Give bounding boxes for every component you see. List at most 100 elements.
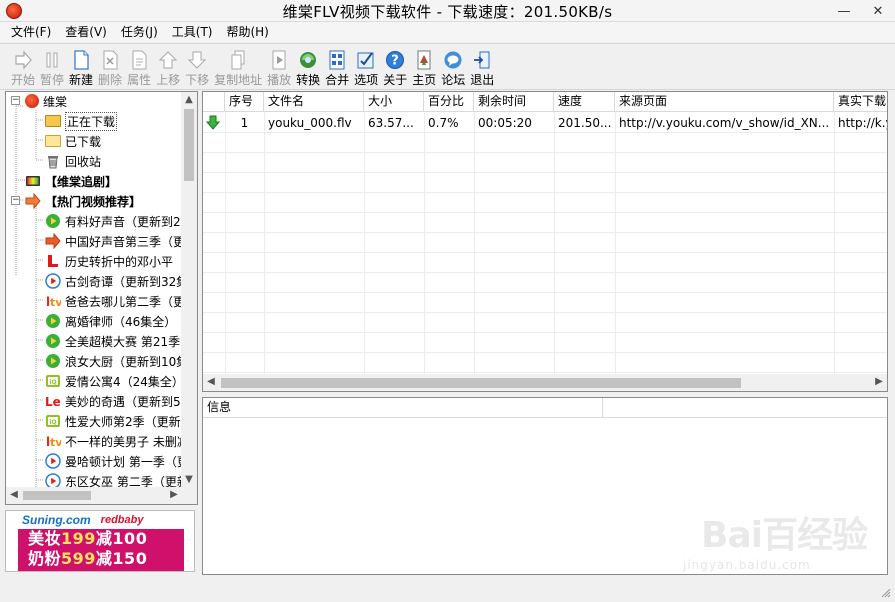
col-source[interactable]: 来源页面: [615, 92, 834, 112]
delete-button[interactable]: 删除: [98, 44, 122, 88]
tree-item-drama[interactable]: 【维棠追剧】: [25, 171, 117, 191]
col-filename[interactable]: 文件名: [264, 92, 364, 112]
start-button[interactable]: 开始: [11, 44, 35, 88]
scroll-left-arrow-icon[interactable]: ◀: [203, 374, 219, 390]
new-file-icon: [71, 49, 91, 71]
tree-video-item[interactable]: 古剑奇谭（更新到32集: [45, 271, 182, 291]
menu-tools[interactable]: 工具(T): [165, 22, 220, 42]
grid-row-line: [203, 192, 887, 193]
tree-collapse-hot[interactable]: −: [11, 196, 20, 205]
scroll-right-arrow-icon[interactable]: ▶: [871, 374, 887, 390]
grid-row-line: [203, 292, 887, 293]
row-percent: 0.7%: [428, 116, 459, 130]
tree-video-item[interactable]: 离婚律师（46集全）: [45, 311, 176, 331]
tree-vertical-scrollbar[interactable]: ▲ ▼: [181, 92, 197, 488]
svg-text:iQ: iQ: [49, 379, 56, 386]
about-button[interactable]: ? 关于: [383, 44, 407, 88]
recycle-bin-icon: [45, 153, 61, 169]
tree-video-item[interactable]: 曼哈顿计划 第一季（更: [45, 451, 182, 471]
col-percent[interactable]: 百分比: [424, 92, 474, 112]
tencent-video-icon: [45, 333, 61, 349]
grid-row-line: [203, 252, 887, 253]
grid-row-line: [203, 272, 887, 273]
iqiyi-icon: iQ: [45, 373, 61, 389]
info-header: 信息: [203, 398, 887, 418]
row-real: http://k.y: [838, 116, 888, 130]
table-row[interactable]: 1 youku_000.flv 63.57... 0.7% 00:05:20 2…: [203, 113, 888, 133]
tree-video-item[interactable]: 中国好声音第三季（更: [45, 231, 182, 251]
col-info[interactable]: 信息: [203, 398, 603, 418]
new-button[interactable]: 新建: [69, 44, 93, 88]
convert-icon: [298, 49, 318, 71]
tree-video-item[interactable]: iQ 爱情公寓4（24集全）: [45, 371, 182, 391]
row-filename: youku_000.flv: [268, 116, 352, 130]
scroll-right-arrow-icon[interactable]: ▶: [166, 487, 182, 503]
options-button[interactable]: 选项: [354, 44, 378, 88]
col-real[interactable]: 真实下载: [834, 92, 887, 112]
tree-video-item[interactable]: 浪女大厨（更新到10集: [45, 351, 182, 371]
row-speed: 201.50...: [558, 116, 612, 130]
minimize-icon[interactable]: —: [827, 0, 861, 22]
tree-video-item[interactable]: Le 美妙的奇遇（更新到5: [45, 391, 181, 411]
col-remaining[interactable]: 剩余时间: [474, 92, 554, 112]
tree-scroll-thumb[interactable]: [184, 109, 194, 181]
exit-icon: [472, 49, 492, 71]
tree-video-item[interactable]: 东区女巫 第二季（更新: [45, 471, 182, 488]
properties-button[interactable]: 属性: [127, 44, 151, 88]
tree-video-item[interactable]: iQ 性爱大师第2季（更新: [45, 411, 181, 431]
letv-tv-icon: ltv: [45, 293, 63, 309]
exit-button[interactable]: 退出: [470, 44, 494, 88]
tree-video-item[interactable]: 历史转折中的邓小平（: [45, 251, 182, 271]
iqiyi-icon: iQ: [45, 413, 61, 429]
homepage-button[interactable]: 主页: [412, 44, 436, 88]
hot-arrow-icon: [25, 192, 41, 210]
copy-address-button[interactable]: 复制地址: [214, 44, 262, 88]
menu-file[interactable]: 文件(F): [4, 22, 58, 42]
col-status[interactable]: [203, 92, 225, 112]
list-horizontal-scrollbar[interactable]: ◀ ▶: [203, 374, 887, 391]
youku-play-icon: [45, 453, 61, 469]
tree-item-recycle[interactable]: 回收站: [45, 151, 101, 171]
tree-video-item[interactable]: 全美超模大赛 第21季: [45, 331, 180, 351]
col-index[interactable]: 序号: [225, 92, 264, 112]
menu-task[interactable]: 任务(J): [114, 22, 165, 42]
tree-item-root[interactable]: 维棠: [25, 92, 67, 111]
tree-video-item[interactable]: 有料好声音（更新到2: [45, 211, 181, 231]
menu-view[interactable]: 查看(V): [58, 22, 114, 42]
move-up-button[interactable]: 上移: [156, 44, 180, 88]
tree-video-item[interactable]: ltv爸爸去哪儿第二季（更: [45, 291, 182, 311]
col-speed[interactable]: 速度: [554, 92, 615, 112]
scroll-down-arrow-icon[interactable]: ▼: [181, 472, 197, 488]
window-controls: — ✕: [827, 0, 895, 22]
convert-button[interactable]: 转换: [296, 44, 320, 88]
tree-horizontal-scrollbar[interactable]: ◀ ▶: [6, 487, 182, 504]
tree-item-hot[interactable]: 【热门视频推荐】: [25, 191, 141, 211]
col-info-detail[interactable]: [603, 398, 887, 418]
resize-grip-icon[interactable]: [881, 588, 891, 598]
ad-line-2: 奶粉599减150: [28, 549, 148, 568]
scroll-corner: [181, 487, 197, 504]
tree-video-item[interactable]: ltv不一样的美男子 未删减: [45, 431, 182, 451]
youku-play-icon: [45, 273, 61, 289]
move-down-button[interactable]: 下移: [185, 44, 209, 88]
tree-item-downloaded[interactable]: 已下载: [45, 131, 101, 151]
list-hscroll-thumb[interactable]: [221, 378, 741, 388]
row-remaining: 00:05:20: [478, 116, 532, 130]
col-size[interactable]: 大小: [364, 92, 424, 112]
ad-banner[interactable]: Suning.com redbaby 美妆199减100 奶粉599减150: [5, 510, 195, 572]
scroll-left-arrow-icon[interactable]: ◀: [6, 487, 22, 503]
close-icon[interactable]: ✕: [861, 0, 895, 22]
tree-item-downloading[interactable]: 正在下载: [45, 111, 118, 131]
row-source: http://v.youku.com/v_show/id_XN...: [619, 116, 830, 130]
menu-help[interactable]: 帮助(H): [219, 22, 275, 42]
tree-collapse-root[interactable]: −: [11, 96, 20, 105]
move-up-icon: [158, 49, 178, 71]
tree-hscroll-thumb[interactable]: [23, 491, 91, 500]
play-icon: [269, 49, 289, 71]
tree-video-label: 古剑奇谭（更新到32集: [65, 274, 182, 289]
forum-button[interactable]: 论坛: [441, 44, 465, 88]
scroll-up-arrow-icon[interactable]: ▲: [181, 92, 197, 108]
pause-button[interactable]: 暂停: [40, 44, 64, 88]
merge-button[interactable]: 合并: [325, 44, 349, 88]
play-button[interactable]: 播放: [267, 44, 291, 88]
